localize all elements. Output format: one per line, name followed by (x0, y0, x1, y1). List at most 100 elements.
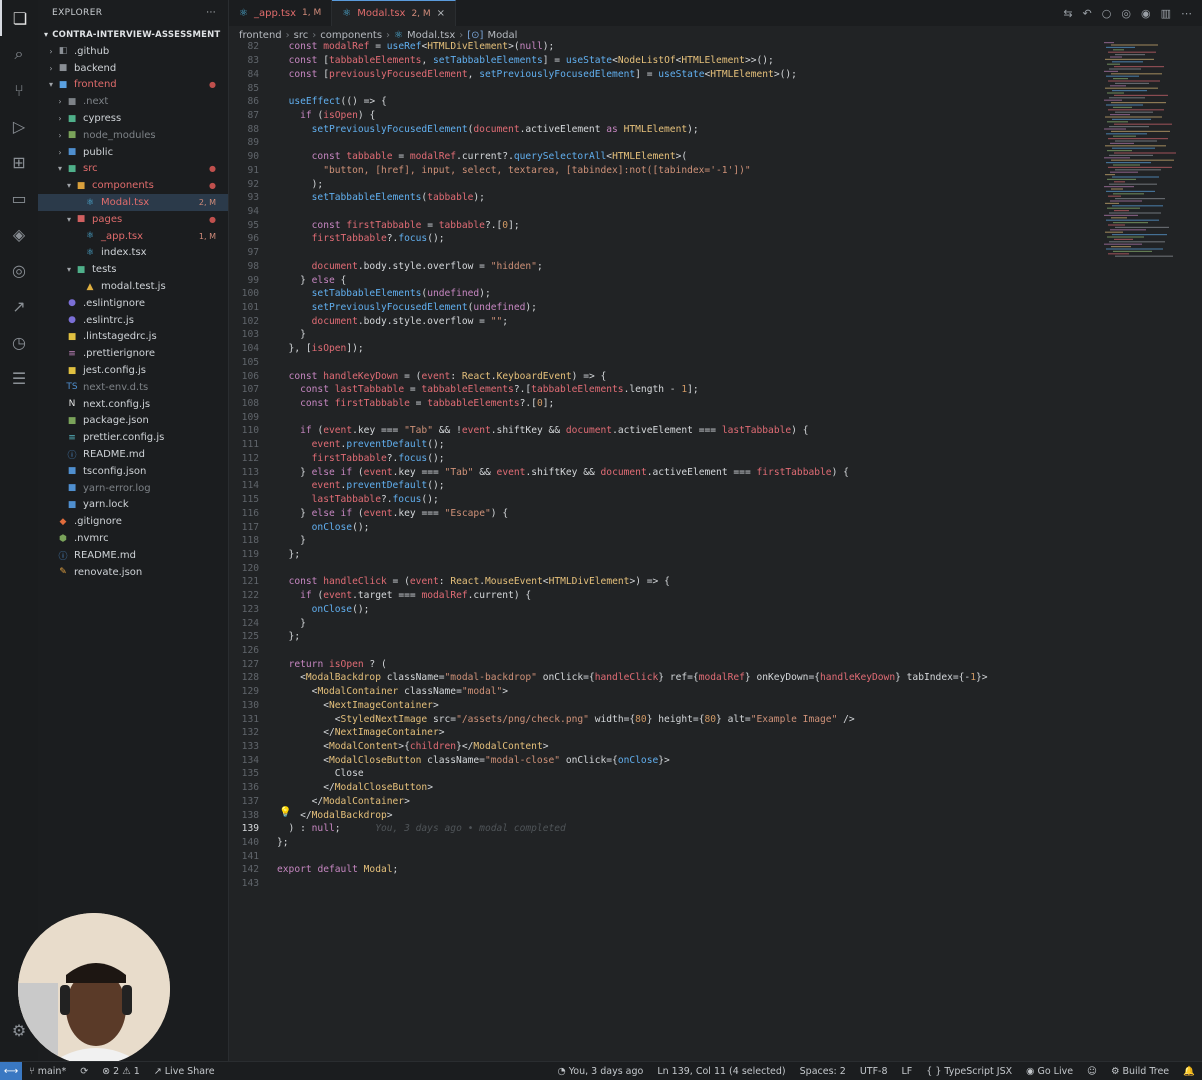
tree-file[interactable]: ⚛ Modal.tsx 2, M (38, 194, 228, 211)
breadcrumb-item[interactable]: src (294, 30, 309, 41)
tree-file[interactable]: ≡ prettier.config.js (38, 429, 228, 446)
indentation[interactable]: Spaces: 2 (793, 1066, 853, 1077)
problems-indicator[interactable]: ⊗ 2 ⚠ 1 (95, 1066, 147, 1077)
compare-icon[interactable]: ⇆ (1063, 7, 1072, 20)
code-line[interactable]: 143 (229, 877, 1102, 891)
close-icon[interactable]: × (437, 8, 445, 19)
tree-file[interactable]: ■ yarn.lock (38, 497, 228, 514)
breadcrumb-item[interactable]: frontend (239, 30, 282, 41)
code-line[interactable]: 124 } (229, 616, 1102, 630)
tree-folder[interactable]: › ■ cypress (38, 110, 228, 127)
code-line[interactable]: 118 } (229, 534, 1102, 548)
git-history-icon[interactable]: ↶ (1083, 7, 1092, 20)
tree-folder[interactable]: › ■ public (38, 144, 228, 161)
tree-file[interactable]: ■ jest.config.js (38, 362, 228, 379)
end-of-line[interactable]: LF (895, 1066, 920, 1077)
split-editor-icon[interactable]: ▥ (1161, 7, 1171, 20)
code-line[interactable]: 121 const handleClick = (event: React.Mo… (229, 575, 1102, 589)
code-line[interactable]: 120 (229, 561, 1102, 575)
code-line[interactable]: 136 </ModalCloseButton> (229, 781, 1102, 795)
tree-folder[interactable]: ▾ ■ frontend ● (38, 77, 228, 94)
gitlens-icon[interactable]: ◎ (0, 252, 38, 288)
code-line[interactable]: 127 return isOpen ? ( (229, 657, 1102, 671)
code-line[interactable]: 129 <ModalContainer className="modal"> (229, 685, 1102, 699)
code-line[interactable]: 88 setPreviouslyFocusedElement(document.… (229, 122, 1102, 136)
copilot-status-icon[interactable]: ☺ (1080, 1066, 1104, 1077)
tree-file[interactable]: ✎ renovate.json (38, 564, 228, 581)
code-line[interactable]: 86 useEffect(() => { (229, 95, 1102, 109)
code-line[interactable]: 105 (229, 356, 1102, 370)
code-line[interactable]: 142 export default Modal; (229, 863, 1102, 877)
more-actions-icon[interactable]: ··· (206, 8, 216, 18)
run-debug-icon[interactable]: ▷ (0, 108, 38, 144)
editor-tab[interactable]: ⚛ _app.tsx 1, M (229, 0, 333, 26)
tree-file[interactable]: ⓘ README.md (38, 446, 228, 463)
tree-file[interactable]: ◆ .gitignore (38, 513, 228, 530)
code-line[interactable]: 107 const lastTabbable = tabbableElement… (229, 383, 1102, 397)
code-line[interactable]: 98 document.body.style.overflow = "hidde… (229, 260, 1102, 274)
code-line[interactable]: 138 </ModalBackdrop> (229, 808, 1102, 822)
tree-file[interactable]: TS next-env.d.ts (38, 379, 228, 396)
code-line[interactable]: 93 setTabbableElements(tabbable); (229, 191, 1102, 205)
code-line[interactable]: 97 (229, 246, 1102, 260)
tree-folder[interactable]: › ■ backend (38, 60, 228, 77)
code-line[interactable]: 108 const firstTabbable = tabbableElemen… (229, 397, 1102, 411)
tree-folder[interactable]: ▾ ■ src ● (38, 161, 228, 178)
code-line[interactable]: 116 } else if (event.key === "Escape") { (229, 506, 1102, 520)
code-line[interactable]: 133 <ModalContent>{children}</ModalConte… (229, 740, 1102, 754)
sync-button[interactable]: ⟳ (73, 1066, 95, 1077)
language-mode[interactable]: { } TypeScript JSX (919, 1066, 1019, 1077)
code-line[interactable]: 91 "button, [href], input, select, texta… (229, 163, 1102, 177)
git-blame-indicator[interactable]: ◔ You, 3 days ago (550, 1066, 650, 1077)
back-icon[interactable]: ○ (1102, 7, 1112, 20)
files-icon[interactable]: ❏ (0, 0, 38, 36)
tree-folder[interactable]: › ■ node_modules (38, 127, 228, 144)
code-line[interactable]: 83 const [tabbableElements, setTabbableE… (229, 54, 1102, 68)
code-line[interactable]: 99 } else { (229, 273, 1102, 287)
code-line[interactable]: 119 }; (229, 548, 1102, 562)
code-line[interactable]: 82 const modalRef = useRef<HTMLDivElemen… (229, 40, 1102, 54)
code-line[interactable]: 89 (229, 136, 1102, 150)
tree-file[interactable]: ⓘ README.md (38, 547, 228, 564)
tree-folder[interactable]: › ◧ .github (38, 43, 228, 60)
source-control-icon[interactable]: ⑂ (0, 72, 38, 108)
code-line[interactable]: 135 Close (229, 767, 1102, 781)
code-line[interactable]: 126 (229, 644, 1102, 658)
cursor-position[interactable]: Ln 139, Col 11 (4 selected) (650, 1066, 792, 1077)
build-tree-button[interactable]: ⚙ Build Tree (1104, 1066, 1176, 1077)
outline-icon[interactable]: ☰ (0, 360, 38, 396)
code-line[interactable]: 100 setTabbableElements(undefined); (229, 287, 1102, 301)
tree-folder[interactable]: › ■ .next (38, 93, 228, 110)
code-line[interactable]: 132 </NextImageContainer> (229, 726, 1102, 740)
remote-indicator-icon[interactable]: ⟷ (0, 1062, 22, 1080)
code-line[interactable]: 106 const handleKeyDown = (event: React.… (229, 369, 1102, 383)
code-line[interactable]: 90 const tabbable = modalRef.current?.qu… (229, 150, 1102, 164)
code-line[interactable]: 101 setPreviouslyFocusedElement(undefine… (229, 301, 1102, 315)
search-icon[interactable]: ⌕ (0, 36, 38, 72)
editor-tab[interactable]: ⚛ Modal.tsx 2, M × (332, 0, 457, 26)
code-line[interactable]: 94 (229, 205, 1102, 219)
code-line[interactable]: 110 if (event.key === "Tab" && !event.sh… (229, 424, 1102, 438)
code-line[interactable]: 117 onClose(); (229, 520, 1102, 534)
live-share-icon[interactable]: ↗ (0, 288, 38, 324)
code-line[interactable]: 111 event.preventDefault(); (229, 438, 1102, 452)
tree-file[interactable]: ● .eslintignore (38, 295, 228, 312)
code-line[interactable]: 123 onClose(); (229, 602, 1102, 616)
more-actions-icon[interactable]: ⋯ (1181, 7, 1192, 20)
tree-file[interactable]: ⚛ index.tsx (38, 245, 228, 262)
code-line[interactable]: 130 <NextImageContainer> (229, 699, 1102, 713)
tree-folder[interactable]: ▾ ■ pages ● (38, 211, 228, 228)
breadcrumb-item[interactable]: Modal (487, 30, 517, 41)
code-line[interactable]: 112 firstTabbable?.focus(); (229, 452, 1102, 466)
live-share-button[interactable]: ↗ Live Share (147, 1066, 222, 1077)
workspace-section[interactable]: ▾ CONTRA-INTERVIEW-ASSESSMENT (38, 26, 228, 43)
code-line[interactable]: 109 (229, 410, 1102, 424)
tree-file[interactable]: ■ tsconfig.json (38, 463, 228, 480)
code-line[interactable]: 139 ) : null; You, 3 days ago • modal co… (229, 822, 1102, 836)
minimap[interactable] (1102, 40, 1192, 270)
code-line[interactable]: 140}; (229, 836, 1102, 850)
code-line[interactable]: 122 if (event.target === modalRef.curren… (229, 589, 1102, 603)
tree-file[interactable]: ■ yarn-error.log (38, 480, 228, 497)
code-line[interactable]: 102 document.body.style.overflow = ""; (229, 314, 1102, 328)
code-line[interactable]: 125 }; (229, 630, 1102, 644)
